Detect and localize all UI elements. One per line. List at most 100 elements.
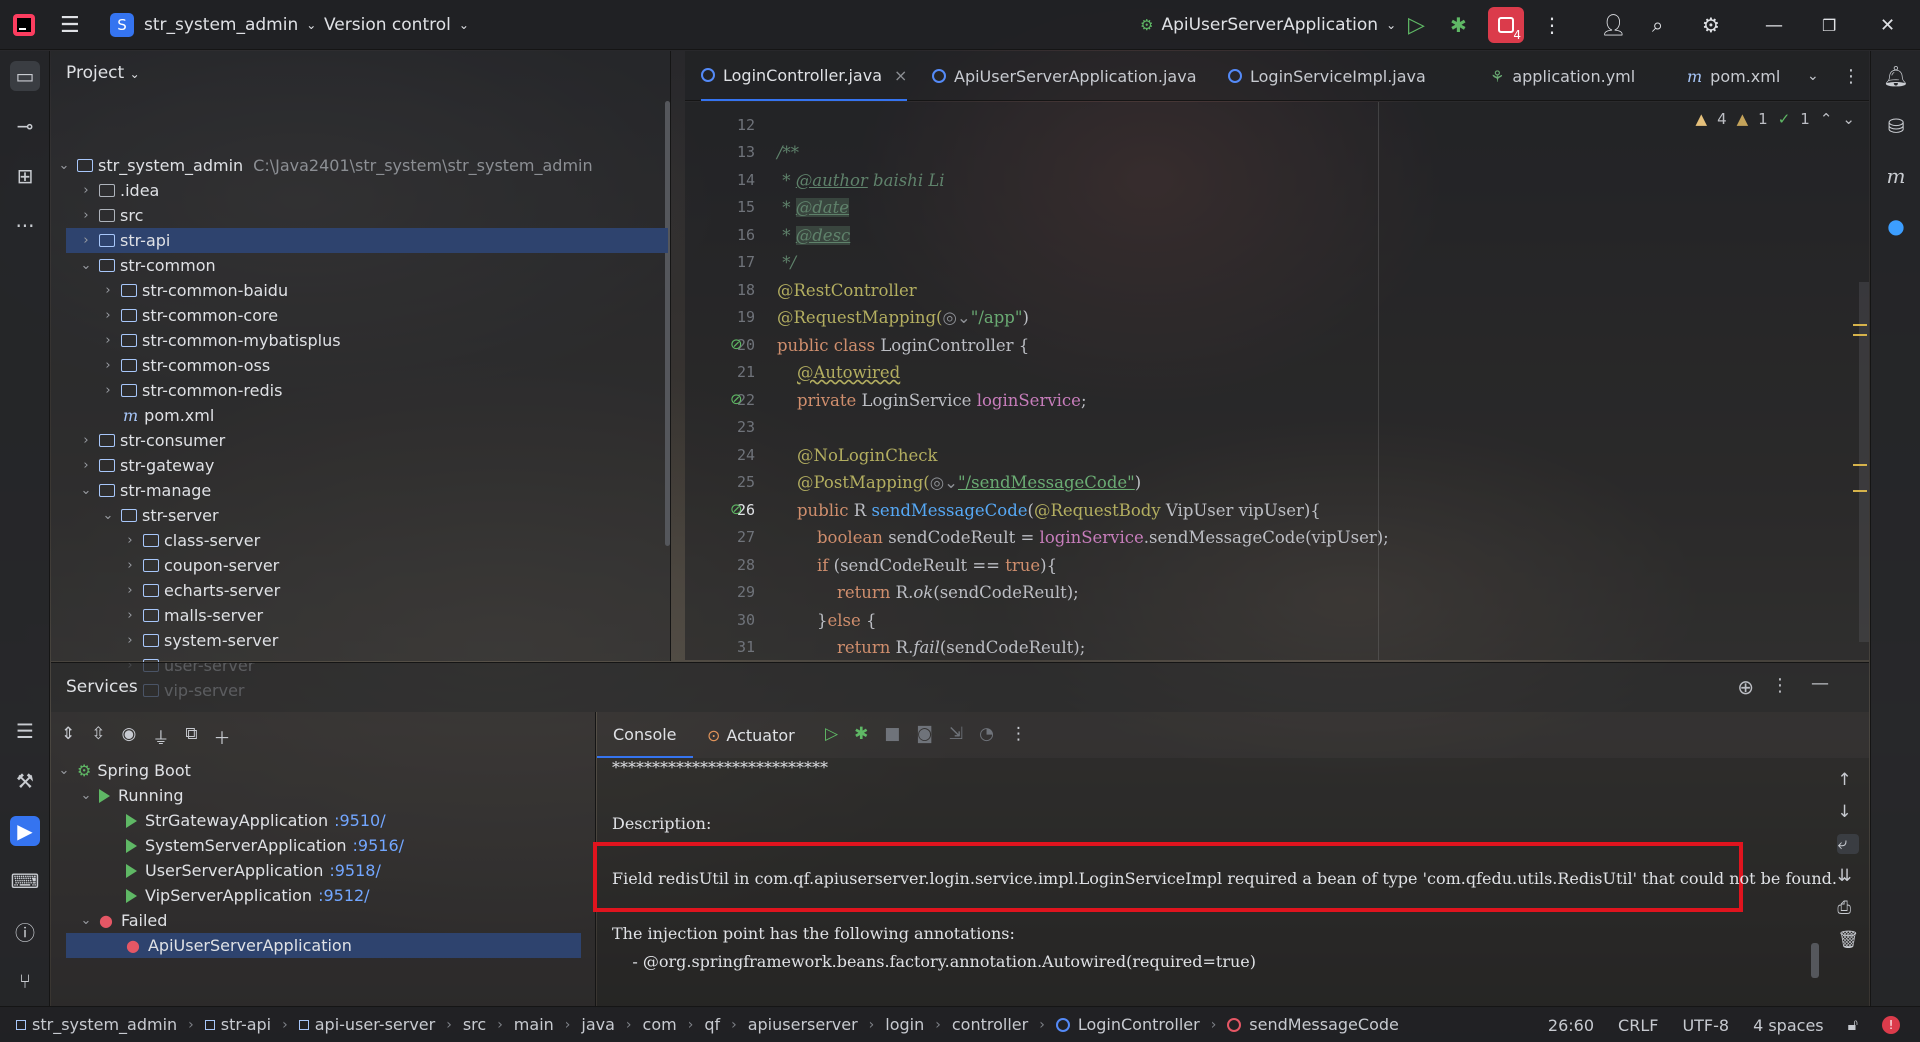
editor-scrollbar[interactable] (1859, 282, 1869, 642)
service-item[interactable]: SystemServerApplication:9516/ (126, 833, 404, 858)
minimize-button[interactable]: — (1765, 0, 1783, 50)
restore-button[interactable]: ❐ (1822, 0, 1836, 50)
tab-application-yml[interactable]: ⚘ application.yml (1490, 51, 1635, 101)
clear-trash-icon[interactable]: 🗑︎ (1837, 930, 1859, 950)
line-separator[interactable]: CRLF (1618, 1016, 1658, 1035)
debug-bug-icon[interactable]: ✱ (854, 724, 868, 744)
tab-console[interactable]: Console (597, 712, 693, 758)
profiler-icon[interactable]: ◔ (979, 724, 994, 744)
code-editor[interactable]: ▲ 4 ▲ 1 ✓ 1 ⌃ ⌄ 12 13 14 15 16 17 18 19 20 2… (685, 102, 1869, 660)
more-tools-icon[interactable]: ··· (10, 211, 40, 241)
filter-icon[interactable]: ⏚ (152, 724, 169, 749)
tree-item[interactable]: › str-common-core (101, 303, 278, 328)
tab-actuator[interactable]: ⊙ Actuator (707, 712, 795, 758)
indent-setting[interactable]: 4 spaces (1753, 1016, 1824, 1035)
todo-list-icon[interactable]: ☰ (10, 716, 40, 746)
tree-item[interactable]: ⌄ str-manage (79, 478, 212, 503)
notifications-bell-icon[interactable]: 🔔︎ (1881, 61, 1911, 91)
breadcrumb-item[interactable]: LoginController (1055, 1015, 1200, 1034)
eye-icon[interactable]: ◉ (122, 724, 137, 749)
tree-item[interactable]: › echarts-server (123, 578, 280, 603)
problems-icon[interactable]: ⓘ (10, 916, 40, 946)
stop-icon[interactable]: ■ (884, 724, 900, 744)
hide-panel-icon[interactable]: — (1811, 673, 1829, 694)
tree-item[interactable]: ⌄ str-server (101, 503, 219, 528)
file-encoding[interactable]: UTF-8 (1682, 1016, 1729, 1035)
tree-item[interactable]: › src (79, 203, 143, 228)
lock-icon[interactable]: 🔓︎ (1848, 1015, 1858, 1035)
camera-icon[interactable]: ◙ (916, 724, 933, 744)
tree-item[interactable]: › str-common-oss (101, 353, 270, 378)
structure-icon[interactable]: ⊞ (10, 161, 40, 191)
service-port-link[interactable]: :9512/ (318, 886, 370, 905)
add-user-icon[interactable]: 👤︎ (1600, 0, 1627, 50)
running-group[interactable]: ⌄ Running (79, 783, 184, 808)
scroll-down-icon[interactable]: ↓ (1837, 802, 1859, 822)
tree-item[interactable]: › coupon-server (123, 553, 279, 578)
breadcrumb-item[interactable]: qf (704, 1015, 720, 1034)
service-port-link[interactable]: :9516/ (353, 836, 405, 855)
breadcrumb-item[interactable]: src (463, 1015, 486, 1034)
tree-item[interactable]: › malls-server (123, 603, 263, 628)
tab-login-controller[interactable]: LoginController.java × (701, 51, 908, 101)
search-icon[interactable]: ⌕ (1652, 0, 1663, 50)
tree-item[interactable]: › str-common-redis (101, 378, 282, 403)
project-folder-icon[interactable]: ▭ (10, 61, 40, 91)
service-item[interactable]: UserServerApplication:9518/ (126, 858, 381, 883)
service-item[interactable]: StrGatewayApplication:9510/ (126, 808, 386, 833)
expand-all-icon[interactable]: ⇕ (61, 724, 75, 749)
tab-login-service-impl[interactable]: LoginServiceImpl.java (1228, 51, 1426, 101)
tab-list-dropdown-icon[interactable]: ⌄ (1807, 51, 1819, 101)
vcs-menu[interactable]: Version control ⌄ (324, 0, 469, 50)
endpoints-icon[interactable]: ● (1881, 211, 1911, 241)
tree-item[interactable]: › class-server (123, 528, 260, 553)
breadcrumb-item[interactable]: sendMessageCode (1227, 1015, 1399, 1034)
export-icon[interactable]: ⇲ (949, 724, 963, 744)
collapse-all-icon[interactable]: ⇳ (91, 724, 105, 749)
scroll-up-icon[interactable]: ↑ (1837, 770, 1859, 790)
close-tab-icon[interactable]: × (894, 66, 907, 85)
spring-boot-node[interactable]: ⌄ ⚙ Spring Boot (57, 758, 191, 783)
tree-item-pom[interactable]: m pom.xml (123, 403, 214, 428)
maven-icon[interactable]: m (1881, 161, 1911, 191)
breadcrumb-item[interactable]: java (581, 1015, 615, 1034)
previous-highlight-icon[interactable]: ⌃ (1820, 110, 1833, 128)
tree-item[interactable]: ⌄ str-common (79, 253, 216, 278)
database-icon[interactable]: ⛁ (1881, 111, 1911, 141)
project-panel-title[interactable]: Project ⌄ (66, 63, 140, 83)
console-scrollbar[interactable] (1811, 943, 1819, 978)
tree-item[interactable]: › system-server (123, 628, 278, 653)
tree-item[interactable]: › str-gateway (79, 453, 214, 478)
service-item[interactable]: VipServerApplication:9512/ (126, 883, 370, 908)
commit-icon[interactable]: ⊸ (10, 111, 40, 141)
print-icon[interactable]: ⎙ (1837, 898, 1859, 918)
inspection-widget[interactable]: ▲ 4 ▲ 1 ✓ 1 ⌃ ⌄ (1696, 110, 1855, 128)
app-logo-icon[interactable] (12, 0, 36, 50)
add-service-icon[interactable]: ＋ (213, 724, 230, 749)
tree-item-root[interactable]: ⌄ str_system_admin C:\Java2401\str_system\… (57, 153, 593, 178)
caret-position[interactable]: 26:60 (1548, 1016, 1594, 1035)
breadcrumb-item[interactable]: main (514, 1015, 554, 1034)
breadcrumb-item[interactable]: apiuserserver (748, 1015, 858, 1034)
tab-pom-xml[interactable]: m pom.xml (1687, 51, 1780, 101)
rerun-icon[interactable]: ▷ (825, 724, 838, 744)
next-highlight-icon[interactable]: ⌄ (1842, 110, 1855, 128)
terminal-icon[interactable]: ⌨ (10, 866, 40, 896)
services-icon[interactable]: ▶ (10, 816, 40, 846)
more-actions-icon[interactable]: ⋮ (1542, 0, 1562, 50)
more-actions-icon[interactable]: ⋮ (1010, 724, 1027, 744)
close-button[interactable]: ✕ (1880, 0, 1895, 50)
service-port-link[interactable]: :9518/ (329, 861, 381, 880)
settings-gear-icon[interactable]: ⚙ (1702, 0, 1720, 50)
breadcrumb-item[interactable]: com (643, 1015, 677, 1034)
bean-gutter-icon[interactable]: ⊘ (730, 390, 743, 408)
failed-group[interactable]: ⌄ ● Failed (79, 908, 168, 933)
project-switcher[interactable]: S str_system_admin ⌄ (110, 0, 316, 50)
tree-item-selected[interactable]: › str-api (66, 228, 668, 253)
debug-bug-icon[interactable]: ✱ (1450, 0, 1467, 50)
run-config-selector[interactable]: ⚙ ApiUserServerApplication ⌄ (1140, 0, 1396, 50)
bean-gutter-icon[interactable]: ⊘ (730, 335, 743, 353)
tab-more-icon[interactable]: ⋮ (1842, 51, 1860, 101)
tab-api-user-server-application[interactable]: ApiUserServerApplication.java (932, 51, 1197, 101)
new-group-icon[interactable]: ⧉ (185, 724, 197, 749)
